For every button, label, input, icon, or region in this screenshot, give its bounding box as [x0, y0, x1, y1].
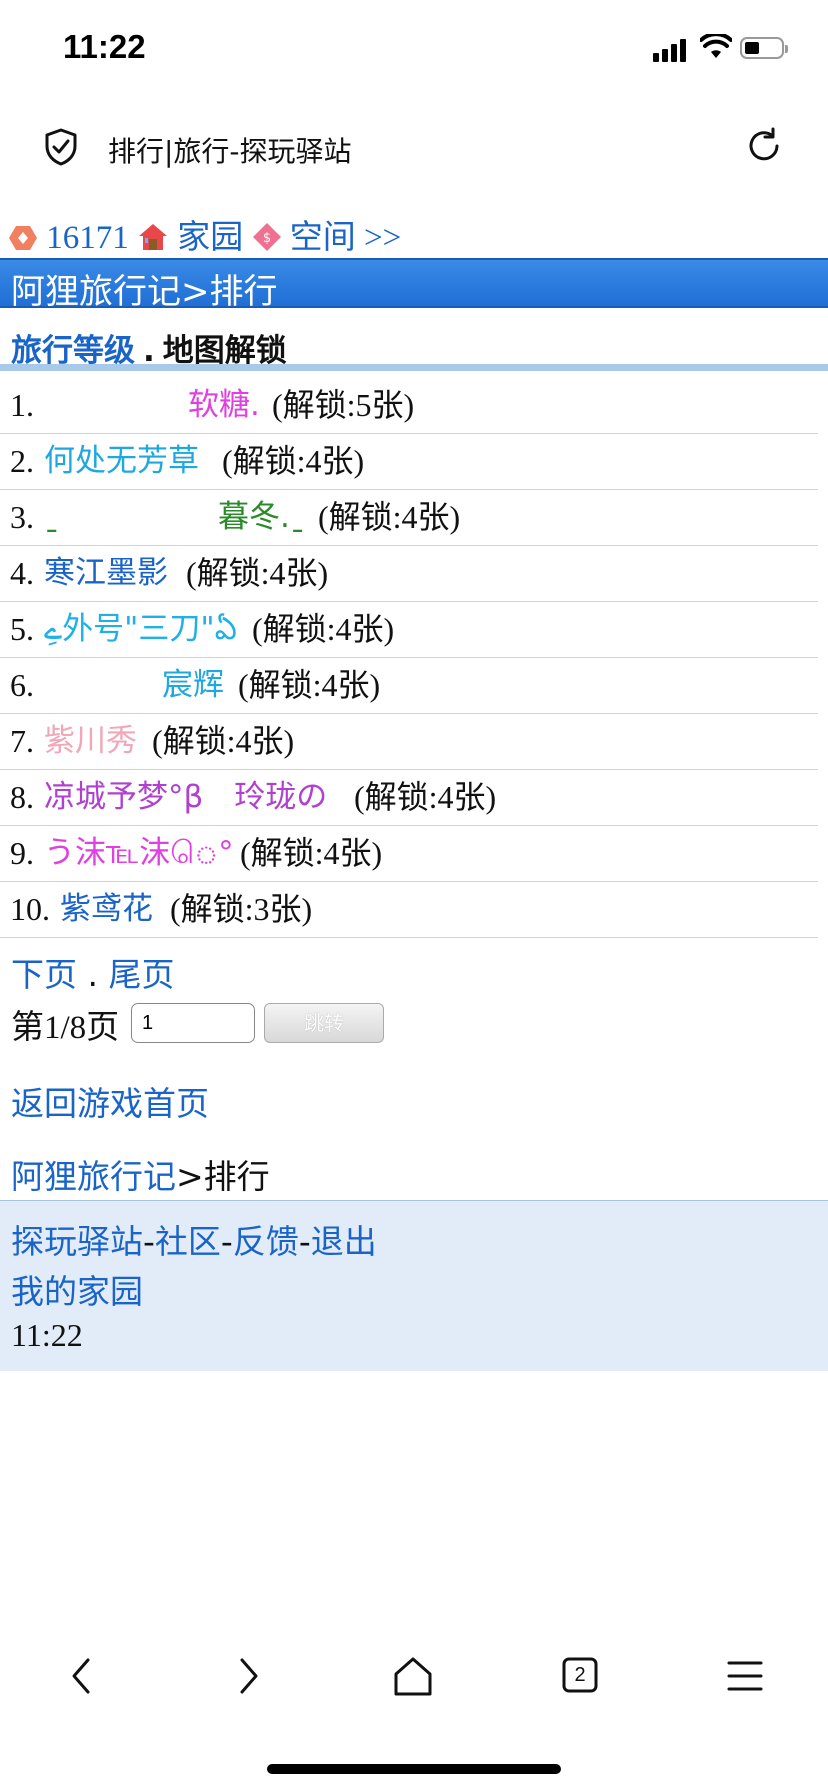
footer-dash: -: [143, 1222, 155, 1261]
home-link[interactable]: 家园: [177, 220, 243, 256]
ranking-row: 3. ˍ 暮冬.ˍ (解锁:4张): [0, 490, 818, 546]
reload-icon[interactable]: [745, 127, 783, 165]
next-page-link[interactable]: 下页: [11, 955, 77, 994]
rank-number: 8.: [10, 779, 34, 815]
unlock-count: (解锁:5张): [272, 387, 415, 423]
player-name-link[interactable]: 寒江墨影: [44, 546, 168, 601]
footer-feedback-link[interactable]: 反馈: [233, 1222, 299, 1261]
ranking-row: 8. 凉城予梦°β 玲珑の (解锁:4张): [0, 770, 818, 826]
pager: 下页 . 尾页: [11, 948, 175, 996]
name-prefix: ˍ: [44, 499, 60, 535]
unlock-count: (解锁:4张): [318, 499, 461, 535]
house-icon: [139, 224, 167, 250]
security-shield-icon[interactable]: [44, 128, 78, 166]
svg-text:$: $: [262, 231, 270, 246]
player-name-link[interactable]: 紫鸢花: [60, 882, 153, 937]
browser-toolbar: 2: [0, 1640, 828, 1710]
footer-community-link[interactable]: 社区: [155, 1222, 221, 1261]
wifi-icon: [700, 34, 732, 58]
unlock-count: (解锁:4张): [240, 835, 383, 871]
breadcrumb-current: >排行: [176, 1157, 270, 1196]
forward-icon[interactable]: [218, 1650, 278, 1702]
unlock-count: (解锁:4张): [186, 555, 329, 591]
unlock-count: (解锁:4张): [222, 443, 365, 479]
player-name-link[interactable]: 暮冬.ˍ: [218, 490, 305, 545]
ranking-row: 4. 寒江墨影 (解锁:4张): [0, 546, 818, 602]
ranking-row: 9. う沫℡沫ெ° (解锁:4张): [0, 826, 818, 882]
player-name-link[interactable]: ےِ外号"三刀"ఏ: [44, 602, 237, 657]
page-title: 排行|旅行-探玩驿站: [108, 135, 352, 168]
space-icon: $: [252, 223, 281, 251]
unlock-count: (解锁:4张): [354, 779, 497, 815]
status-bar: 11:22: [0, 0, 828, 100]
home-icon[interactable]: [383, 1650, 443, 1702]
unlock-count: (解锁:4张): [252, 611, 395, 647]
last-page-link[interactable]: 尾页: [109, 955, 175, 994]
page-number-input[interactable]: [131, 1003, 255, 1043]
address-bar[interactable]: 排行|旅行-探玩驿站: [0, 112, 828, 182]
player-name-link[interactable]: う沫℡沫ெ°: [44, 826, 234, 881]
coins-link[interactable]: 16171: [46, 220, 129, 256]
player-name-link[interactable]: 宸辉: [162, 658, 224, 713]
space-link[interactable]: 空间 >>: [290, 220, 401, 256]
ranking-row: 10. 紫鸢花 (解锁:3张): [0, 882, 818, 938]
footer-time: 11:22: [11, 1317, 83, 1353]
rank-number: 4.: [10, 555, 34, 591]
back-to-game-home-link[interactable]: 返回游戏首页: [11, 1077, 209, 1125]
unlock-count: (解锁:4张): [238, 667, 381, 703]
footer: 探玩驿站-社区-反馈-退出 我的家园 11:22: [0, 1200, 828, 1371]
footer-logout-link[interactable]: 退出: [311, 1222, 377, 1261]
banner-text: 阿狸旅行记>排行: [11, 272, 278, 312]
ranking-list: 1. 软糖. (解锁:5张) 2. 何处无芳草 (解锁:4张) 3. ˍ 暮冬.ˍ (解锁:4…: [0, 378, 828, 938]
footer-links: 探玩驿站-社区-反馈-退出: [11, 1215, 377, 1263]
rank-number: 3.: [10, 499, 34, 535]
rank-number: 5.: [10, 611, 34, 647]
rank-number: 9.: [10, 835, 34, 871]
home-indicator: [267, 1764, 561, 1774]
player-name-link[interactable]: 何处无芳草: [44, 434, 199, 489]
player-name-link[interactable]: 软糖.: [188, 378, 260, 433]
top-nav: 16171 家园 $ 空间 >>: [8, 210, 401, 258]
ranking-row: 2. 何处无芳草 (解锁:4张): [0, 434, 818, 490]
footer-site-link[interactable]: 探玩驿站: [11, 1222, 143, 1261]
coin-icon: [9, 226, 37, 250]
battery-icon: [740, 37, 788, 59]
menu-icon[interactable]: [715, 1650, 775, 1702]
status-time: 11:22: [63, 28, 146, 65]
rank-number: 1.: [10, 387, 34, 423]
rank-number: 10.: [10, 891, 50, 927]
rank-number: 7.: [10, 723, 34, 759]
footer-dash: -: [298, 1222, 311, 1261]
unlock-count: (解锁:4张): [152, 723, 295, 759]
ranking-row: 6. 宸辉 (解锁:4张): [0, 658, 818, 714]
footer-dash: -: [220, 1222, 233, 1261]
breadcrumb: 阿狸旅行记>排行: [11, 1150, 270, 1198]
ranking-row: 7. 紫川秀 (解锁:4张): [0, 714, 818, 770]
my-home-link[interactable]: 我的家园: [11, 1265, 143, 1313]
title-banner: 阿狸旅行记>排行: [0, 258, 828, 312]
player-name-link[interactable]: 紫川秀: [44, 714, 137, 769]
ranking-row: 1. 软糖. (解锁:5张): [0, 378, 818, 434]
rank-number: 6.: [10, 667, 34, 703]
rank-number: 2.: [10, 443, 34, 479]
jump-button[interactable]: 跳转: [264, 1003, 384, 1043]
back-icon[interactable]: [52, 1650, 112, 1702]
unlock-count: (解锁:3张): [170, 891, 313, 927]
ranking-row: 5. ےِ外号"三刀"ఏ (解锁:4张): [0, 602, 818, 658]
player-name-link[interactable]: 凉城予梦°β 玲珑の: [44, 770, 327, 825]
tabs-button[interactable]: 2: [550, 1650, 610, 1702]
tab-divider: [0, 364, 828, 371]
pager-separator: .: [87, 955, 99, 994]
breadcrumb-game-link[interactable]: 阿狸旅行记: [11, 1157, 176, 1196]
cellular-signal-icon: [653, 38, 689, 62]
page-indicator: 第1/8页: [11, 1010, 120, 1046]
tab-count: 2: [574, 1664, 586, 1686]
